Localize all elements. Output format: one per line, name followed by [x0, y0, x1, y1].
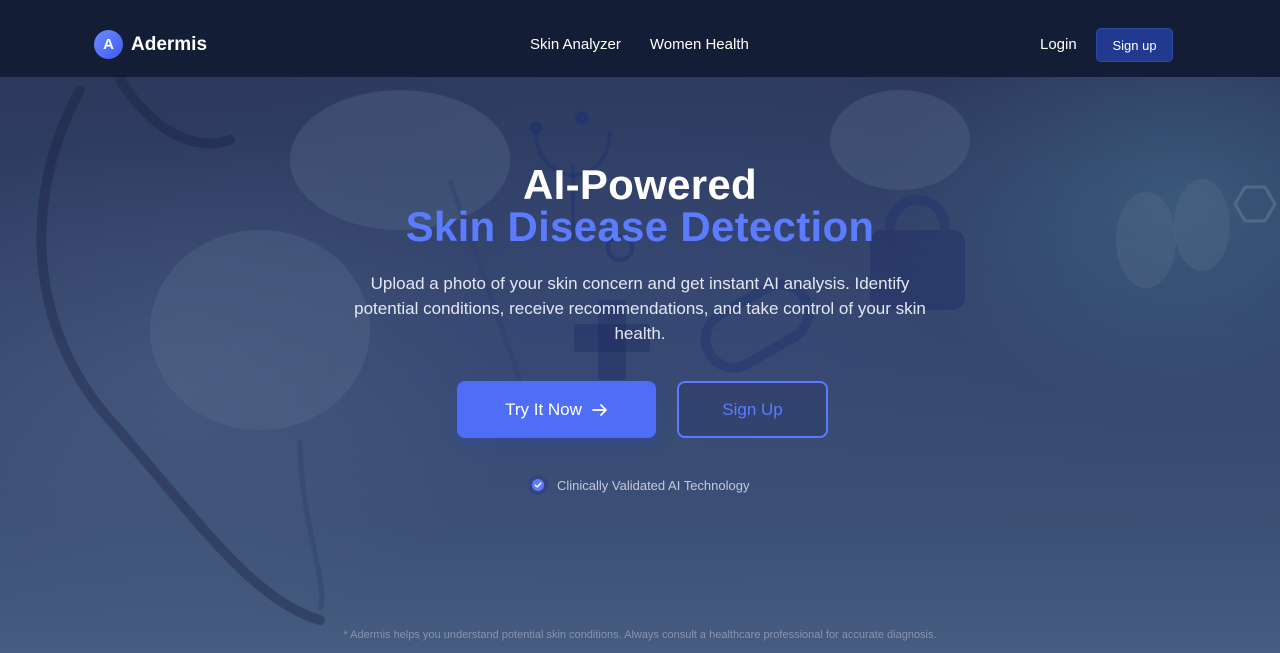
brand-name: Adermis — [131, 33, 208, 55]
hero-title-line1: AI-Powered — [522, 161, 758, 208]
badge-text: Clinically Validated AI Technology — [557, 477, 750, 493]
nav-signup-button[interactable]: Sign up — [1096, 28, 1173, 62]
nav-links: Skin Analyzer Women Health — [530, 36, 749, 53]
nav-link-women-health[interactable]: Women Health — [650, 36, 749, 53]
arrow-right-icon — [592, 403, 607, 416]
logo-icon: A — [94, 30, 123, 59]
try-it-now-button[interactable]: Try It Now — [457, 381, 656, 438]
nav-link-skin-analyzer[interactable]: Skin Analyzer — [530, 36, 621, 53]
try-it-now-label: Try It Now — [505, 399, 582, 419]
hero-title-line2: Skin Disease Detection — [405, 203, 875, 250]
top-navbar: A Adermis Skin Analyzer Women Health Log… — [0, 0, 1280, 77]
login-link[interactable]: Login — [1040, 36, 1077, 53]
brand-logo-link[interactable]: A Adermis — [94, 30, 207, 59]
validation-badge: Clinically Validated AI Technology — [528, 475, 749, 495]
hero-signup-button[interactable]: Sign Up — [677, 381, 828, 438]
check-circle-icon — [528, 475, 548, 495]
disclaimer-text: * Adermis helps you understand potential… — [343, 629, 937, 641]
hero-description: Upload a photo of your skin concern and … — [354, 274, 926, 343]
